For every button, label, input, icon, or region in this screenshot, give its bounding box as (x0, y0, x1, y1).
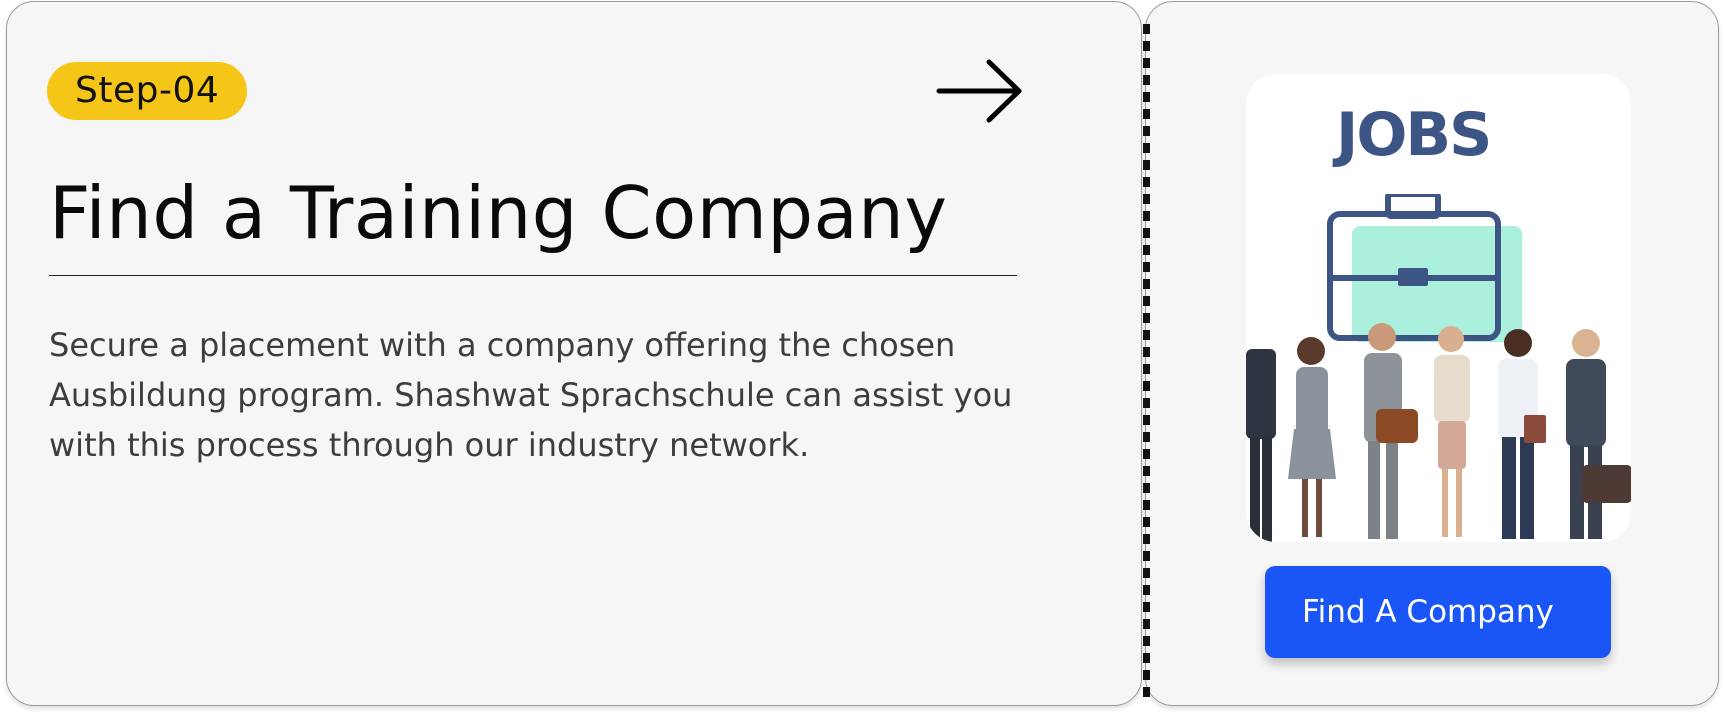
people-illustration (1246, 323, 1631, 542)
arrow-right-icon[interactable] (935, 58, 1025, 124)
jobs-image: JOBS (1246, 74, 1631, 542)
page: Step-04 Find a Training Company Secure a… (0, 0, 1725, 720)
find-company-button[interactable]: Find A Company (1265, 566, 1611, 658)
jobs-image-text: JOBS (1336, 100, 1492, 170)
step-badge: Step-04 (47, 62, 248, 120)
title-divider (49, 275, 1017, 276)
action-card: JOBS Find A Company (1145, 1, 1719, 706)
step-card: Step-04 Find a Training Company Secure a… (6, 1, 1142, 706)
perforated-divider (1143, 24, 1150, 704)
step-title: Find a Training Company (49, 171, 948, 255)
step-description: Secure a placement with a company offeri… (49, 326, 1013, 464)
